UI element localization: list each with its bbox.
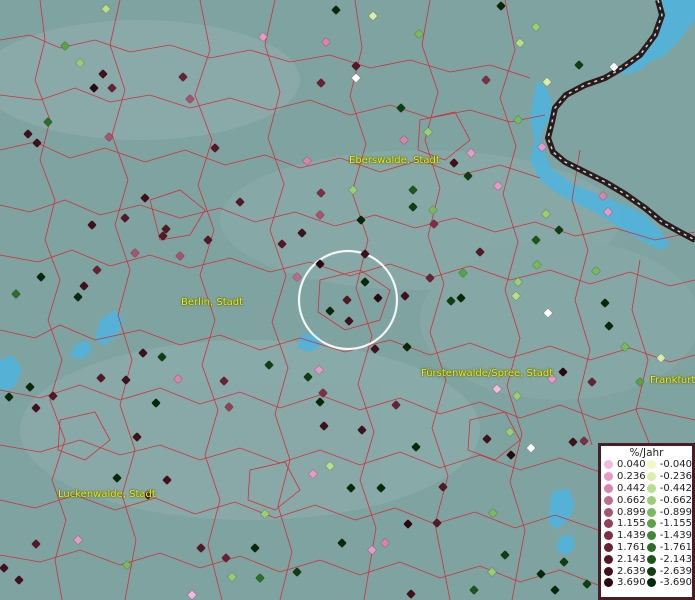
legend-entry: -3.690 xyxy=(646,577,692,589)
legend-swatch-icon xyxy=(604,460,613,470)
legend-value: -0.899 xyxy=(659,506,692,518)
legend-entry: -0.040 xyxy=(646,459,692,471)
city-label-eberswalde: Eberswalde, Stadt xyxy=(349,155,440,166)
legend-value: 0.899 xyxy=(617,506,646,518)
legend-value: 2.143 xyxy=(617,553,646,565)
legend-entry: 0.236 xyxy=(604,471,647,483)
legend-value: 1.439 xyxy=(617,530,646,542)
legend-entry: -0.899 xyxy=(646,506,692,518)
legend-swatch-icon xyxy=(646,495,656,505)
legend-entry: 2.143 xyxy=(604,553,647,565)
city-label-fuerstenwalde: Fürstenwalde/Spree, Stadt xyxy=(421,368,554,379)
legend-swatch-icon xyxy=(646,554,656,564)
legend-value: 0.236 xyxy=(617,471,646,483)
legend-swatch-icon xyxy=(646,519,656,529)
legend-entry: 0.040 xyxy=(604,459,647,471)
legend-entry: 0.662 xyxy=(604,494,647,506)
city-label-berlin: Berlin, Stadt xyxy=(181,297,244,308)
legend-value: 3.690 xyxy=(617,577,646,589)
legend-value: -0.662 xyxy=(659,494,692,506)
legend-title: %/Jahr xyxy=(629,447,664,459)
legend-value: 0.662 xyxy=(617,494,646,506)
legend-swatch-icon xyxy=(646,460,656,470)
legend-entry: -0.442 xyxy=(646,482,692,495)
legend-value: -1.439 xyxy=(659,530,692,542)
legend-value: 0.442 xyxy=(617,482,646,494)
legend-swatch-icon xyxy=(604,542,613,552)
legend-entry: 1.155 xyxy=(604,518,647,530)
legend-swatch-icon xyxy=(604,495,613,505)
legend-swatch-icon xyxy=(604,472,613,482)
legend-entry: 3.690 xyxy=(604,577,647,589)
legend-entry: 0.442 xyxy=(604,483,647,495)
legend-value: -2.639 xyxy=(659,565,692,577)
legend-value: -1.761 xyxy=(659,541,692,553)
legend-value: -0.236 xyxy=(659,471,692,483)
legend-swatch-icon xyxy=(646,483,656,493)
legend-swatch-icon xyxy=(604,578,613,588)
legend-swatch-icon xyxy=(604,554,613,564)
legend-entry: -1.155 xyxy=(646,518,692,530)
map-canvas[interactable] xyxy=(0,0,695,600)
legend-swatch-icon xyxy=(604,519,613,529)
legend-value: -3.690 xyxy=(659,577,692,589)
legend-swatch-icon xyxy=(646,578,656,588)
legend-swatch-icon xyxy=(604,483,613,493)
legend-value: -1.155 xyxy=(659,518,692,530)
legend-value: 1.761 xyxy=(617,541,646,553)
legend-value: -0.442 xyxy=(659,482,692,494)
legend-entry: -1.439 xyxy=(646,530,692,542)
city-label-luckenwalde: Luckenwalde, Stadt xyxy=(58,489,156,500)
legend: %/Jahr 0.040 0.236 0.442 0.662 0.899 1.155 1.4… xyxy=(598,443,695,600)
legend-entry: 0.899 xyxy=(604,506,647,518)
legend-swatch-icon xyxy=(646,566,656,576)
legend-negative-column: -0.040 -0.236 -0.442 -0.662 -0.899 -1.155 -1.4… xyxy=(646,459,692,589)
legend-swatch-icon xyxy=(604,566,613,576)
legend-value: 0.040 xyxy=(617,459,646,471)
legend-entry: 1.439 xyxy=(604,530,647,542)
legend-value: 1.155 xyxy=(617,518,646,530)
legend-entry: -2.143 xyxy=(646,553,692,565)
city-label-frankfurt: Frankfurt xyxy=(650,375,695,386)
legend-positive-column: 0.040 0.236 0.442 0.662 0.899 1.155 1.439 1.761… xyxy=(604,459,647,589)
legend-entry: -0.236 xyxy=(646,471,692,483)
legend-swatch-icon xyxy=(646,531,656,541)
legend-swatch-icon xyxy=(646,542,656,552)
legend-swatch-icon xyxy=(604,507,613,517)
legend-swatch-icon xyxy=(646,472,656,482)
legend-value: 2.639 xyxy=(617,565,646,577)
legend-swatch-icon xyxy=(646,507,656,517)
legend-entry: 2.639 xyxy=(604,565,647,577)
legend-entry: -0.662 xyxy=(646,494,692,506)
legend-entry: -1.761 xyxy=(646,541,692,554)
legend-value: -0.040 xyxy=(659,459,692,471)
legend-entry: 1.761 xyxy=(604,542,647,554)
legend-value: -2.143 xyxy=(659,553,692,565)
legend-swatch-icon xyxy=(604,531,613,541)
legend-entry: -2.639 xyxy=(646,565,692,577)
